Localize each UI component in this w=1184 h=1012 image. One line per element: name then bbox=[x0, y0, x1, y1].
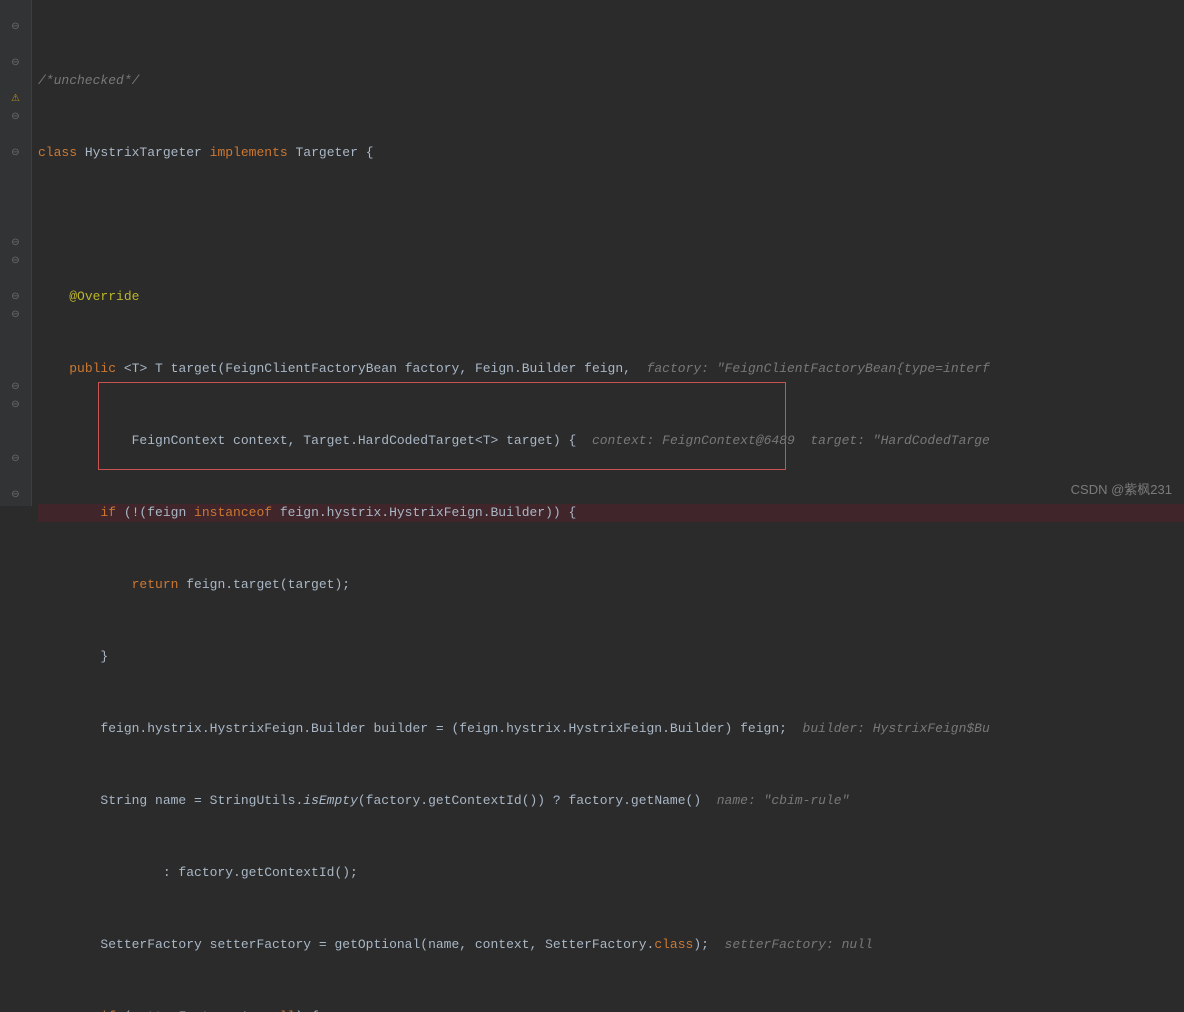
gutter: ⊖ ⊖ ⚠ ⊖ ⊖ ⊖ ⊖ ⊖ ⊖ ⊖ ⊖ ⊖ ⊖ bbox=[0, 0, 32, 506]
code-line: if (setterFactory != null) { bbox=[38, 1008, 1184, 1012]
fold-icon[interactable]: ⊖ bbox=[0, 234, 31, 252]
warning-icon[interactable]: ⚠ bbox=[0, 90, 31, 108]
fold-icon[interactable]: ⊖ bbox=[0, 396, 31, 414]
code-line: @Override bbox=[38, 288, 1184, 306]
code-line: class HystrixTargeter implements Targete… bbox=[38, 144, 1184, 162]
code-line: return feign.target(target); bbox=[38, 576, 1184, 594]
fold-icon[interactable]: ⊖ bbox=[0, 288, 31, 306]
code-area[interactable]: /*unchecked*/ class HystrixTargeter impl… bbox=[32, 0, 1184, 506]
fold-icon[interactable]: ⊖ bbox=[0, 378, 31, 396]
code-editor[interactable]: ⊖ ⊖ ⚠ ⊖ ⊖ ⊖ ⊖ ⊖ ⊖ ⊖ ⊖ ⊖ ⊖ /*unchecked*/ … bbox=[0, 0, 1184, 506]
fold-icon[interactable]: ⊖ bbox=[0, 486, 31, 504]
fold-icon[interactable]: ⊖ bbox=[0, 144, 31, 162]
watermark: CSDN @紫枫231 bbox=[1071, 479, 1172, 498]
fold-icon[interactable]: ⊖ bbox=[0, 252, 31, 270]
code-line: /*unchecked*/ bbox=[38, 72, 1184, 90]
fold-icon[interactable]: ⊖ bbox=[0, 18, 31, 36]
code-line: public <T> T target(FeignClientFactoryBe… bbox=[38, 360, 1184, 378]
code-line: : factory.getContextId(); bbox=[38, 864, 1184, 882]
code-line bbox=[38, 216, 1184, 234]
code-line: FeignContext context, Target.HardCodedTa… bbox=[38, 432, 1184, 450]
code-line: feign.hystrix.HystrixFeign.Builder build… bbox=[38, 720, 1184, 738]
code-line: String name = StringUtils.isEmpty(factor… bbox=[38, 792, 1184, 810]
code-line: if (!(feign instanceof feign.hystrix.Hys… bbox=[38, 504, 1184, 522]
code-line: } bbox=[38, 648, 1184, 666]
highlight-box bbox=[98, 382, 786, 470]
fold-icon[interactable]: ⊖ bbox=[0, 108, 31, 126]
fold-icon[interactable]: ⊖ bbox=[0, 54, 31, 72]
fold-icon[interactable]: ⊖ bbox=[0, 450, 31, 468]
fold-icon[interactable]: ⊖ bbox=[0, 306, 31, 324]
code-line: SetterFactory setterFactory = getOptiona… bbox=[38, 936, 1184, 954]
